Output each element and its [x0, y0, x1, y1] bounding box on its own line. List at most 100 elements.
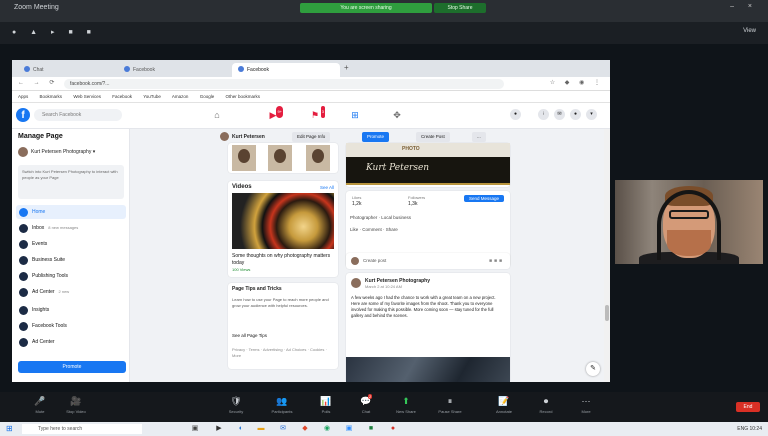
tab-favicon-icon — [24, 66, 30, 72]
page-tips-card: Page Tips and Tricks Learn how to use yo… — [228, 283, 338, 369]
ad-center-icon — [19, 338, 28, 347]
bookmark[interactable]: Other bookmarks — [225, 94, 260, 99]
scrollbar-thumb[interactable] — [605, 305, 609, 321]
send-message-button[interactable]: Send Message — [463, 195, 504, 202]
video-caption[interactable]: Some thoughts on why photography matters… — [232, 253, 334, 267]
tips-link[interactable]: See all Page Tips — [232, 333, 267, 338]
photo-thumbnail[interactable] — [268, 145, 292, 171]
menu-item-ad-center-2[interactable]: Ad Center — [16, 335, 126, 349]
promote-button[interactable]: Promote — [18, 361, 126, 373]
watch-nav-icon[interactable]: ▶ 9+ — [266, 106, 283, 121]
chat-button[interactable]: 💬 2 Chat — [346, 394, 386, 416]
system-tray[interactable]: ENG 10:24 — [737, 424, 762, 434]
nav-arrows-icon[interactable]: ← → ⟳ — [18, 79, 58, 86]
more-button[interactable]: ... — [472, 132, 486, 142]
bookmark[interactable]: Web Services — [73, 94, 101, 99]
promote-top-button[interactable]: Promote — [362, 132, 390, 142]
record-button[interactable]: ⏺ Record — [526, 394, 566, 416]
bookmarks-bar: Apps Bookmarks Web Services Facebook You… — [12, 91, 610, 103]
menu-item-insights[interactable]: Insights — [16, 303, 126, 317]
task-view-icon[interactable]: ▣ — [190, 424, 200, 434]
mute-button[interactable]: 🎤 Mute — [20, 394, 60, 416]
menu-item-home[interactable]: Home — [16, 205, 126, 219]
meeting-info-icons[interactable]: ● ▲ ▸ ■ ■ — [12, 28, 97, 36]
post-actions[interactable]: Like · Comment · Share — [350, 227, 506, 232]
menu-item-business-suite[interactable]: Business Suite — [16, 253, 126, 267]
account-dropdown-icon[interactable]: ▾ — [586, 109, 597, 120]
new-share-button[interactable]: ⬆ New Share — [386, 394, 426, 416]
app-icon[interactable]: ● — [388, 424, 398, 434]
extensions-icon[interactable]: ☆ ◆ ◉ ⋮ — [550, 79, 604, 86]
chrome-icon[interactable]: ◉ — [322, 424, 332, 434]
mail-icon[interactable]: ✉ — [278, 424, 288, 434]
office-icon[interactable]: ◆ — [300, 424, 310, 434]
see-all-link[interactable]: See All — [320, 185, 334, 190]
messenger-icon[interactable]: ✉ — [554, 109, 565, 120]
tab-favicon-icon — [124, 66, 130, 72]
polls-button[interactable]: 📊 Polls — [306, 394, 346, 416]
zoom-title-bar: Zoom Meeting You are screen sharing Stop… — [0, 0, 768, 22]
zoom-taskbar-icon[interactable]: ▣ — [344, 424, 354, 434]
cover-label: PHOTO — [402, 146, 420, 152]
footer-links[interactable]: Privacy · Terms · Advertising · Ad Choic… — [228, 347, 338, 359]
bookmark[interactable]: Bookmarks — [40, 94, 63, 99]
window-controls[interactable]: – × — [730, 3, 758, 10]
bookmark[interactable]: Amazon — [172, 94, 189, 99]
taskbar-search-input[interactable]: Type here to search — [22, 424, 142, 434]
new-tab-icon[interactable]: + — [344, 63, 349, 72]
create-post-box[interactable]: Create post ■■■ — [346, 253, 510, 269]
app-icon[interactable]: ▶ — [214, 424, 224, 434]
chat-icon: 💬 — [360, 396, 372, 406]
bookmark[interactable]: YouTube — [143, 94, 161, 99]
participant-video[interactable] — [615, 180, 763, 264]
facebook-search-input[interactable]: Search Facebook — [34, 109, 122, 121]
browser-tab-active[interactable]: Facebook — [232, 63, 340, 77]
edge-icon[interactable]: ◐ — [236, 424, 246, 434]
menu-item-events[interactable]: Events — [16, 237, 126, 251]
media-options-icon[interactable]: ■■■ — [489, 258, 504, 264]
groups-nav-icon[interactable]: ⊞ — [348, 109, 362, 121]
new-message-icon[interactable]: ✎ — [586, 362, 600, 376]
menu-item-facebook-tools[interactable]: Facebook Tools — [16, 319, 126, 333]
page-selector[interactable]: Kurt Petersen Photography ▾ — [18, 145, 126, 159]
post-image[interactable] — [346, 357, 510, 382]
participants-button[interactable]: 👥 Participants — [262, 394, 302, 416]
browser-tab[interactable]: Chat — [18, 63, 114, 77]
video-thumbnail[interactable] — [232, 193, 334, 249]
annotate-button[interactable]: 📝 Annotate — [484, 394, 524, 416]
bookmark[interactable]: Facebook — [112, 94, 132, 99]
pages-nav-icon[interactable]: ⚑ 3 — [308, 106, 325, 121]
photo-thumbnail[interactable] — [232, 145, 256, 171]
home-nav-icon[interactable]: ⌂ — [210, 109, 224, 121]
menu-item-publishing-tools[interactable]: Publishing Tools — [16, 269, 126, 283]
create-post-button[interactable]: Create Post — [416, 132, 450, 142]
stop-video-button[interactable]: 🎥 Stop Video — [56, 394, 96, 416]
menu-grid-icon[interactable]: ⁝ — [538, 109, 549, 120]
post-date[interactable]: March 2 at 10:24 AM — [365, 284, 402, 289]
bookmark[interactable]: Apps — [18, 94, 28, 99]
stop-share-button[interactable]: Stop Share — [434, 3, 486, 13]
bookmark[interactable]: Google — [200, 94, 215, 99]
menu-item-inbox[interactable]: Inbox 8 new messages — [16, 221, 126, 235]
gaming-nav-icon[interactable]: ✥ — [390, 109, 404, 121]
windows-start-icon[interactable]: ⊞ — [6, 424, 13, 434]
pause-share-button[interactable]: ⏸ Pause Share — [430, 394, 470, 416]
file-explorer-icon[interactable]: ▬ — [256, 424, 266, 434]
create-post-prompt: Create post — [363, 258, 387, 263]
menu-item-ad-center[interactable]: Ad Center 2 new — [16, 285, 126, 299]
profile-avatar[interactable]: ● — [510, 109, 521, 120]
facebook-logo-icon[interactable]: f — [16, 108, 30, 122]
excel-icon[interactable]: ■ — [366, 424, 376, 434]
notifications-icon[interactable]: ● — [570, 109, 581, 120]
publishing-tools-icon — [19, 272, 28, 281]
more-options-button[interactable]: ⋯ More — [566, 394, 606, 416]
url-field[interactable]: facebook.com/?... — [64, 79, 504, 89]
view-button[interactable]: View — [743, 28, 756, 34]
likes-label: Likes — [352, 195, 362, 200]
end-meeting-button[interactable]: End — [736, 402, 760, 412]
photo-thumbnail[interactable] — [306, 145, 330, 171]
page-scrollbar[interactable] — [604, 129, 610, 382]
browser-tab[interactable]: Facebook — [118, 63, 228, 77]
edit-page-info-button[interactable]: Edit Page Info — [292, 132, 331, 142]
security-button[interactable]: 🛡 Security — [216, 394, 256, 416]
